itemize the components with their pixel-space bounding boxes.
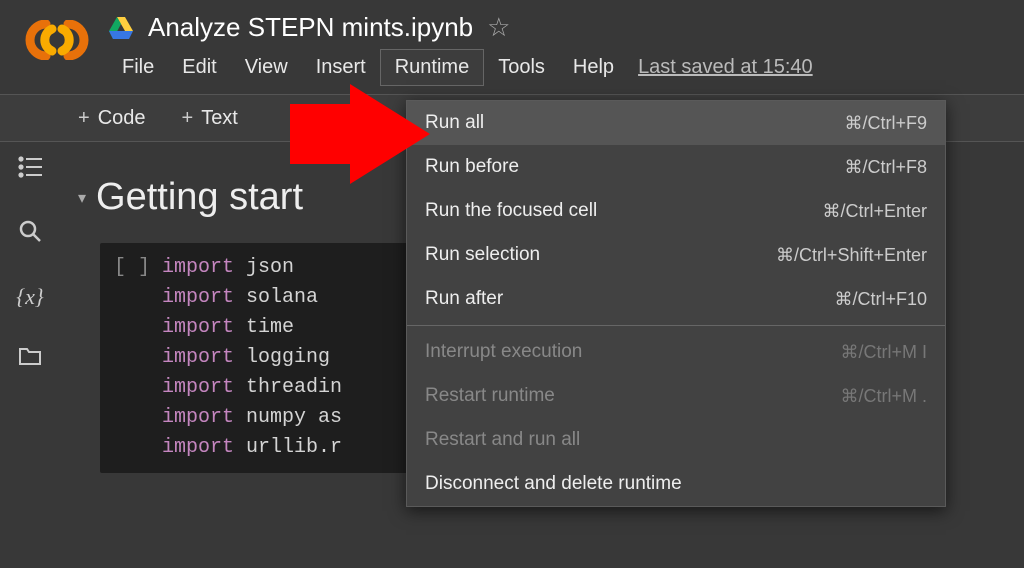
dropdown-item[interactable]: Run all ⌘/Ctrl+F9 xyxy=(407,101,945,145)
star-icon[interactable]: ☆ xyxy=(487,12,510,43)
menu-insert[interactable]: Insert xyxy=(302,50,380,85)
dropdown-item[interactable]: Run selection ⌘/Ctrl+Shift+Enter xyxy=(407,233,945,277)
header-bar: Analyze STEPN mints.ipynb ☆ File Edit Vi… xyxy=(0,0,1024,94)
dropdown-item-label: Restart runtime xyxy=(425,385,555,407)
dropdown-item-shortcut: ⌘/Ctrl+M . xyxy=(840,386,927,407)
dropdown-item-label: Run the focused cell xyxy=(425,200,597,222)
dropdown-item-shortcut: ⌘/Ctrl+M I xyxy=(840,342,927,363)
dropdown-item-label: Interrupt execution xyxy=(425,341,582,363)
colab-logo[interactable] xyxy=(12,8,102,60)
runtime-dropdown: Run all ⌘/Ctrl+F9 Run before ⌘/Ctrl+F8 Run t… xyxy=(406,100,946,507)
add-text-label: Text xyxy=(201,107,238,130)
code-content[interactable]: import jsonimport solanaimport timeimpor… xyxy=(162,253,342,463)
menu-file[interactable]: File xyxy=(108,50,168,85)
title-row: Analyze STEPN mints.ipynb ☆ xyxy=(102,8,1012,49)
dropdown-item-label: Restart and run all xyxy=(425,429,580,451)
dropdown-item-label: Run selection xyxy=(425,244,540,266)
toc-icon[interactable] xyxy=(18,156,42,184)
dropdown-item-shortcut: ⌘/Ctrl+Shift+Enter xyxy=(776,245,927,266)
dropdown-item[interactable]: Run before ⌘/Ctrl+F8 xyxy=(407,145,945,189)
menu-edit[interactable]: Edit xyxy=(168,50,230,85)
menu-tools[interactable]: Tools xyxy=(484,50,559,85)
dropdown-item-label: Run after xyxy=(425,288,503,310)
add-code-label: Code xyxy=(98,107,146,130)
dropdown-item[interactable]: Run the focused cell ⌘/Ctrl+Enter xyxy=(407,189,945,233)
add-code-button[interactable]: + Code xyxy=(60,107,164,130)
menu-runtime[interactable]: Runtime xyxy=(380,49,484,86)
collapse-icon[interactable]: ▾ xyxy=(78,188,86,208)
section-title: Getting start xyxy=(96,176,303,219)
plus-icon: + xyxy=(78,107,90,130)
dropdown-item-label: Run all xyxy=(425,112,484,134)
dropdown-item[interactable]: Run after ⌘/Ctrl+F10 xyxy=(407,277,945,321)
search-icon[interactable] xyxy=(19,220,41,248)
left-sidebar: {x} xyxy=(0,142,60,568)
document-title[interactable]: Analyze STEPN mints.ipynb xyxy=(148,12,473,43)
dropdown-item: Interrupt execution ⌘/Ctrl+M I xyxy=(407,330,945,374)
dropdown-item: Restart and run all xyxy=(407,418,945,462)
dropdown-item-label: Run before xyxy=(425,156,519,178)
dropdown-item-shortcut: ⌘/Ctrl+F10 xyxy=(834,289,927,310)
variables-icon[interactable]: {x} xyxy=(16,284,43,310)
menu-bar: File Edit View Insert Runtime Tools Help… xyxy=(102,49,1012,94)
dropdown-item[interactable]: Disconnect and delete runtime xyxy=(407,462,945,506)
dropdown-separator xyxy=(407,325,945,326)
dropdown-item-shortcut: ⌘/Ctrl+Enter xyxy=(822,201,927,222)
dropdown-item-label: Disconnect and delete runtime xyxy=(425,473,682,495)
menu-view[interactable]: View xyxy=(231,50,302,85)
plus-icon: + xyxy=(182,107,194,130)
cell-run-gutter[interactable]: [ ] xyxy=(114,253,162,463)
files-icon[interactable] xyxy=(19,346,41,372)
save-status[interactable]: Last saved at 15:40 xyxy=(638,56,813,79)
drive-icon xyxy=(108,17,134,39)
dropdown-item-shortcut: ⌘/Ctrl+F9 xyxy=(844,113,927,134)
menu-help[interactable]: Help xyxy=(559,50,628,85)
dropdown-item-shortcut: ⌘/Ctrl+F8 xyxy=(844,157,927,178)
dropdown-item: Restart runtime ⌘/Ctrl+M . xyxy=(407,374,945,418)
add-text-button[interactable]: + Text xyxy=(164,107,256,130)
